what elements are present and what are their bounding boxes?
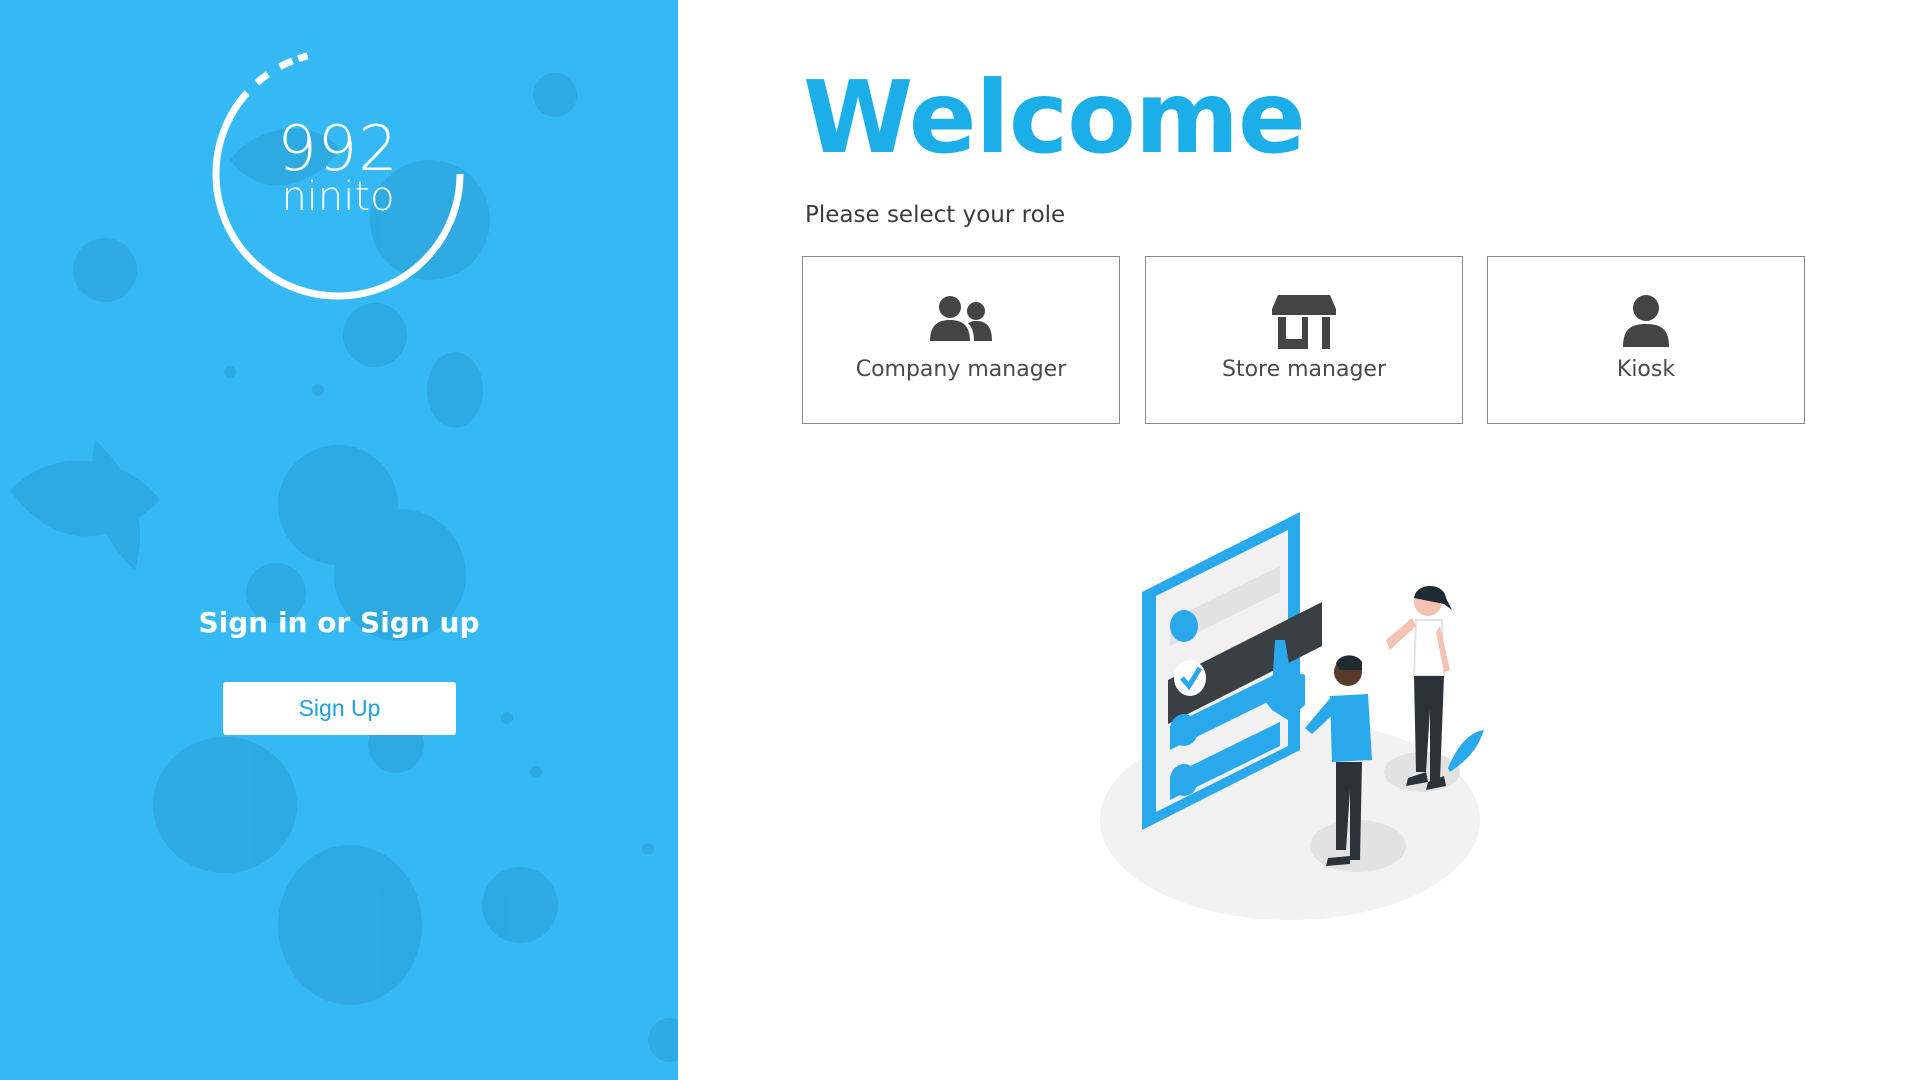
role-selection-illustration <box>1100 512 1484 920</box>
role-prompt: Please select your role <box>805 202 1066 228</box>
role-card-store-manager[interactable]: Store manager <box>1145 256 1463 424</box>
role-label: Kiosk <box>1616 357 1676 382</box>
store-icon <box>1146 295 1462 349</box>
welcome-page: 992 ninito Sign in or Sign up Sign Up We… <box>0 0 1920 1080</box>
role-label: Company manager <box>855 357 1067 382</box>
left-panel: 992 ninito Sign in or Sign up Sign Up <box>0 0 678 1080</box>
role-label: Store manager <box>1221 357 1387 382</box>
role-card-kiosk[interactable]: Kiosk <box>1487 256 1805 424</box>
auth-heading: Sign in or Sign up <box>198 606 480 639</box>
page-title: Welcome <box>803 59 1306 176</box>
logo-word: ninito <box>281 174 395 220</box>
user-icon <box>1488 295 1804 349</box>
sign-up-button[interactable]: Sign Up <box>223 682 456 735</box>
brand-logo: 992 ninito <box>208 44 468 304</box>
role-card-company-manager[interactable]: Company manager <box>802 256 1120 424</box>
users-icon <box>803 295 1119 349</box>
